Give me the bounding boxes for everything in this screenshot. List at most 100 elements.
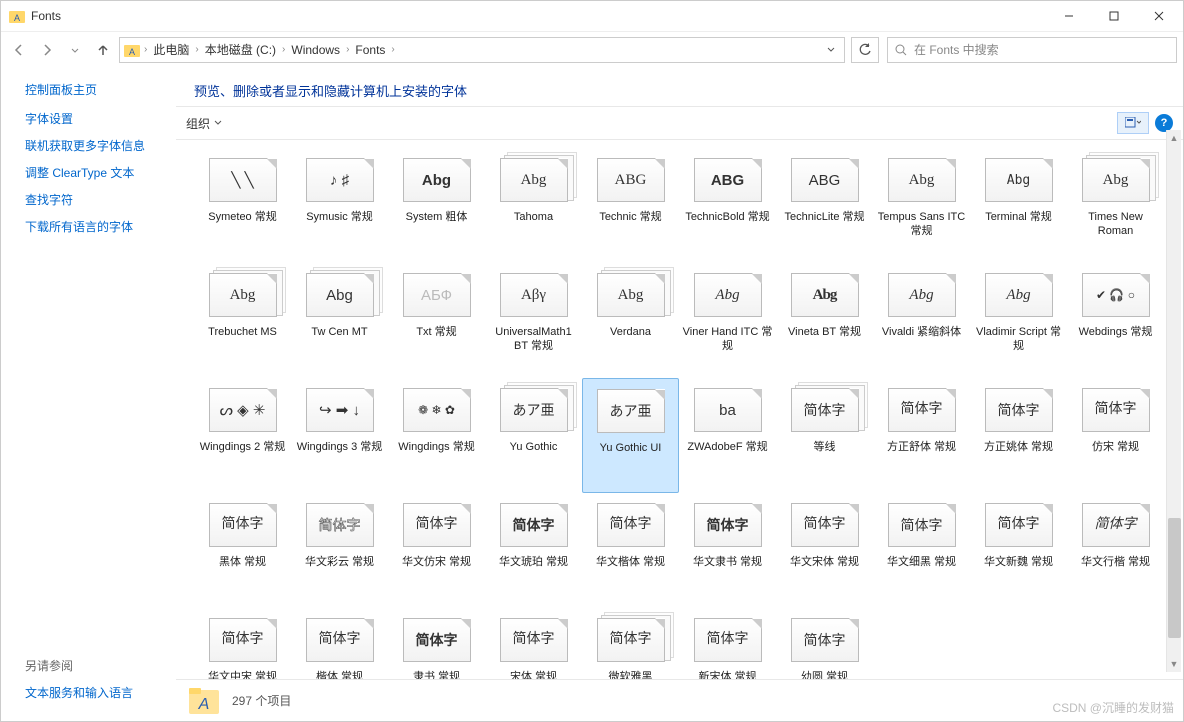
font-item[interactable]: AbgVerdana [582,263,679,378]
font-item[interactable]: ΑβγUniversalMath1 BT 常规 [485,263,582,378]
crumb[interactable]: Windows [287,43,344,57]
font-label: Technic 常规 [597,210,663,224]
minimize-button[interactable] [1046,2,1091,31]
font-sample: 简体字 [804,633,846,647]
font-item[interactable]: 简体字方正姚体 常规 [970,378,1067,493]
font-item[interactable]: あア亜Yu Gothic [485,378,582,493]
font-sample: 简体字 [319,633,361,647]
font-thumbnail: 简体字 [597,618,665,662]
crumb[interactable]: 此电脑 [149,41,193,58]
font-thumbnail: ↪ ➡ ↓ [306,388,374,432]
font-item[interactable]: AbgVineta BT 常规 [776,263,873,378]
font-item[interactable]: AbgVladimir Script 常规 [970,263,1067,378]
font-thumbnail: 简体字 [791,618,859,662]
sidebar-link[interactable]: 查找字符 [25,191,166,208]
font-item[interactable]: ♪ ♯Symusic 常规 [291,148,388,263]
font-grid-scroll[interactable]: ╲ ╲Symeteo 常规♪ ♯Symusic 常规AbgSystem 粗体Ab… [176,140,1183,679]
font-item[interactable]: 简体字华文楷体 常规 [582,493,679,608]
font-item[interactable]: ╲ ╲Symeteo 常规 [194,148,291,263]
font-item[interactable]: 简体字华文行楷 常规 [1067,493,1164,608]
font-item[interactable]: 简体字新宋体 常规 [679,608,776,679]
sidebar-link[interactable]: 下载所有语言的字体 [25,218,166,235]
font-item[interactable]: 简体字等线 [776,378,873,493]
maximize-button[interactable] [1091,2,1136,31]
font-item[interactable]: АБФTxt 常规 [388,263,485,378]
status-count: 297 个项目 [232,692,291,709]
font-item[interactable]: AbgTrebuchet MS [194,263,291,378]
view-options-button[interactable] [1117,112,1149,134]
font-thumbnail: 简体字 [985,388,1053,432]
chevron-right-icon[interactable]: › [389,44,396,55]
font-item[interactable]: 简体字微软雅黑 [582,608,679,679]
sidebar-footer-link[interactable]: 文本服务和输入语言 [25,684,166,701]
search-input[interactable]: 在 Fonts 中搜索 [887,37,1177,63]
font-label: Times New Roman [1067,210,1164,239]
vertical-scrollbar[interactable]: ▲ ▼ [1166,130,1181,672]
chevron-right-icon[interactable]: › [193,44,200,55]
font-item[interactable]: baZWAdobeF 常规 [679,378,776,493]
font-item[interactable]: ᔕ ◈ ✳Wingdings 2 常规 [194,378,291,493]
crumb[interactable]: Fonts [351,43,389,57]
font-item[interactable]: 简体字隶书 常规 [388,608,485,679]
path-dropdown[interactable] [820,43,842,57]
font-item[interactable]: 简体字华文仿宋 常规 [388,493,485,608]
scroll-thumb[interactable] [1168,518,1181,638]
sidebar-header[interactable]: 控制面板主页 [25,81,166,98]
font-item[interactable]: AbgVivaldi 紧缩斜体 [873,263,970,378]
font-item[interactable]: 简体字宋体 常规 [485,608,582,679]
font-sample: ✔ 🎧 ○ [1096,289,1135,301]
sidebar-link[interactable]: 调整 ClearType 文本 [25,164,166,181]
font-item[interactable]: ABGTechnicLite 常规 [776,148,873,263]
font-item[interactable]: あア亜Yu Gothic UI [582,378,679,493]
font-item[interactable]: 简体字华文彩云 常规 [291,493,388,608]
chevron-right-icon[interactable]: › [280,44,287,55]
font-sample: 简体字 [222,633,264,647]
font-item[interactable]: ↪ ➡ ↓Wingdings 3 常规 [291,378,388,493]
font-item[interactable]: AbgTahoma [485,148,582,263]
font-label: 华文彩云 常规 [303,555,376,569]
chevron-down-icon [214,119,222,127]
crumb[interactable]: 本地磁盘 (C:) [201,41,280,58]
font-item[interactable]: ❁ ❄ ✿Wingdings 常规 [388,378,485,493]
font-item[interactable]: 简体字华文琥珀 常规 [485,493,582,608]
font-sample: Abg [1007,174,1030,187]
back-button[interactable] [7,38,31,62]
font-item[interactable]: 简体字华文宋体 常规 [776,493,873,608]
font-item[interactable]: AbgTempus Sans ITC 常规 [873,148,970,263]
font-thumbnail: 简体字 [500,618,568,662]
font-item[interactable]: ABGTechnicBold 常规 [679,148,776,263]
close-button[interactable] [1136,2,1181,31]
font-sample: ❁ ❄ ✿ [418,404,455,416]
font-item[interactable]: 简体字幼圆 常规 [776,608,873,679]
font-item[interactable]: 简体字华文细黑 常规 [873,493,970,608]
font-label: 仿宋 常规 [1090,440,1141,454]
font-item[interactable]: AbgTw Cen MT [291,263,388,378]
sidebar-link[interactable]: 字体设置 [25,110,166,127]
font-item[interactable]: 简体字方正舒体 常规 [873,378,970,493]
font-item[interactable]: ✔ 🎧 ○Webdings 常规 [1067,263,1164,378]
sidebar-link[interactable]: 联机获取更多字体信息 [25,137,166,154]
font-item[interactable]: AbgSystem 粗体 [388,148,485,263]
font-item[interactable]: 简体字华文隶书 常规 [679,493,776,608]
font-item[interactable]: 简体字仿宋 常规 [1067,378,1164,493]
recent-dropdown[interactable] [63,38,87,62]
up-button[interactable] [91,38,115,62]
chevron-right-icon[interactable]: › [142,44,149,55]
scroll-up-arrow[interactable]: ▲ [1167,130,1182,146]
chevron-right-icon[interactable]: › [344,44,351,55]
font-item[interactable]: AbgTimes New Roman [1067,148,1164,263]
font-item[interactable]: 简体字楷体 常规 [291,608,388,679]
font-item[interactable]: 简体字黑体 常规 [194,493,291,608]
forward-button[interactable] [35,38,59,62]
font-item[interactable]: ABGTechnic 常规 [582,148,679,263]
font-item[interactable]: AbgViner Hand ITC 常规 [679,263,776,378]
scroll-down-arrow[interactable]: ▼ [1167,656,1182,672]
breadcrumb-path[interactable]: A › 此电脑 › 本地磁盘 (C:) › Windows › Fonts › [119,37,845,63]
refresh-button[interactable] [851,37,879,63]
font-item[interactable]: 简体字华文中宋 常规 [194,608,291,679]
font-sample: 简体字 [707,633,749,647]
font-item[interactable]: 简体字华文新魏 常规 [970,493,1067,608]
organize-button[interactable]: 组织 [186,115,222,132]
page-heading: 预览、删除或者显示和隐藏计算机上安装的字体 [176,67,1183,106]
font-item[interactable]: AbgTerminal 常规 [970,148,1067,263]
